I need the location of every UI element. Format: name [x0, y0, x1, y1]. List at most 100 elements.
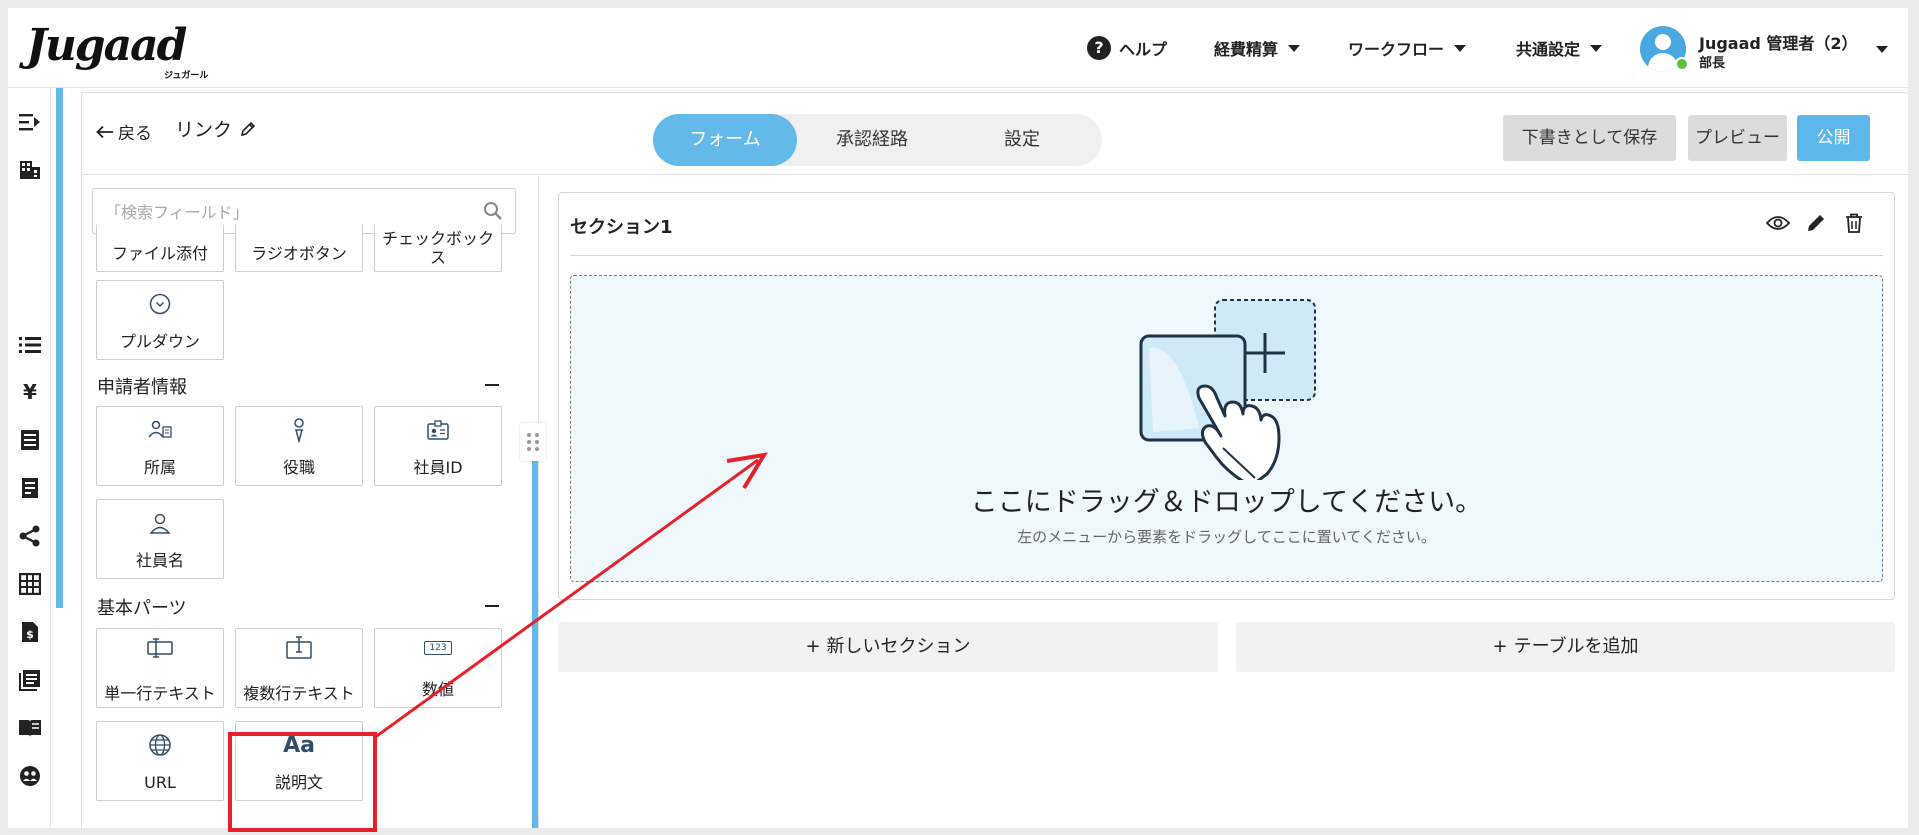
- number-icon: 123: [375, 635, 501, 661]
- palette-item-label: 社員名: [135, 551, 184, 570]
- palette-item-label: 役職: [282, 458, 315, 477]
- palette-item-dropdown[interactable]: プルダウン: [96, 280, 224, 360]
- drop-zone[interactable]: ここにドラッグ＆ドロップしてください。 左のメニューから要素をドラッグしてここに…: [570, 275, 1883, 582]
- panel-resize-handle[interactable]: [520, 423, 546, 461]
- help-icon: ?: [1087, 36, 1111, 60]
- palette-item-label: 単一行テキスト: [104, 684, 216, 703]
- collapse-menu-icon[interactable]: [18, 110, 42, 134]
- collapse-group-icon[interactable]: [485, 605, 499, 607]
- section-actions: [1766, 211, 1866, 235]
- palette-item-url[interactable]: URL: [96, 721, 224, 801]
- palette-item-single-line-text[interactable]: 単一行テキスト: [96, 628, 224, 708]
- back-label: 戻る: [118, 124, 152, 144]
- person-icon: [97, 510, 223, 536]
- back-button[interactable]: 戻る: [96, 119, 152, 144]
- pencil-icon[interactable]: [1804, 211, 1828, 235]
- user-role: 部長: [1699, 56, 1726, 71]
- plus-icon: +: [805, 636, 821, 657]
- position-icon: [236, 417, 362, 443]
- top-header: Jugaad ジュガール ? ヘルプ 経費精算 ワークフロー 共通設定 Juga…: [8, 8, 1908, 88]
- users-group-icon[interactable]: [18, 764, 42, 788]
- editor-toolbar: 戻る リンク フォーム 承認経路 設定 下書きとして保存 プレビュー 公開: [82, 93, 1908, 175]
- palette-scrollbar[interactable]: [532, 459, 538, 828]
- edit-name-pencil-icon[interactable]: [240, 121, 256, 137]
- help-link[interactable]: ? ヘルプ: [1087, 8, 1167, 88]
- add-table-button[interactable]: + テーブルを追加: [1236, 622, 1895, 672]
- palette-item-number[interactable]: 123 数値: [374, 628, 502, 708]
- palette-item-file-attachment[interactable]: ファイル添付: [96, 224, 224, 272]
- sidebar-divider: [50, 88, 51, 828]
- caret-down-icon: [1454, 44, 1467, 52]
- palette-item-position[interactable]: 役職: [235, 406, 363, 486]
- plus-icon: +: [1492, 636, 1508, 657]
- share-icon[interactable]: [18, 524, 42, 548]
- trash-icon[interactable]: [1842, 211, 1866, 235]
- palette-item-multi-line-text[interactable]: 複数行テキスト: [235, 628, 363, 708]
- table-grid-icon[interactable]: [18, 572, 42, 596]
- manual-book-icon[interactable]: [18, 716, 42, 740]
- user-name[interactable]: Jugaad 管理者（2）: [1699, 30, 1858, 54]
- publish-button[interactable]: 公開: [1797, 115, 1870, 161]
- drop-zone-subtitle: 左のメニューから要素をドラッグしてここに置いてください。: [1017, 528, 1436, 546]
- tab-approval-route[interactable]: 承認経路: [797, 114, 947, 166]
- collapse-group-icon[interactable]: [485, 384, 499, 386]
- add-section-button[interactable]: + 新しいセクション: [558, 622, 1218, 672]
- palette-item-label: 説明文: [274, 773, 323, 792]
- nav-label: 経費精算: [1214, 40, 1279, 59]
- user-menu-caret-icon[interactable]: [1876, 46, 1888, 53]
- palette-item-label: 所属: [143, 458, 176, 477]
- tab-form[interactable]: フォーム: [653, 114, 797, 166]
- palette-item-department[interactable]: 所属: [96, 406, 224, 486]
- department-icon: [97, 417, 223, 443]
- nav-workflow-menu[interactable]: ワークフロー: [1348, 8, 1467, 88]
- document-icon[interactable]: [18, 476, 42, 500]
- tab-settings[interactable]: 設定: [947, 114, 1097, 166]
- section-title: セクション1: [570, 217, 673, 238]
- nav-expense-menu[interactable]: 経費精算: [1214, 8, 1301, 88]
- svg-text:$: $: [26, 628, 34, 641]
- preview-button[interactable]: プレビュー: [1688, 115, 1787, 161]
- group-title-basic-parts: 基本パーツ: [97, 598, 187, 619]
- palette-item-label: 数値: [421, 680, 454, 699]
- icon-sidebar: ¥ $: [8, 88, 50, 828]
- dropdown-circle-icon: [97, 291, 223, 317]
- logo-text: Jugaad: [26, 20, 187, 71]
- palette-item-label: URL: [144, 773, 176, 792]
- logo-subtext: ジュガール: [164, 71, 209, 81]
- report-list-icon[interactable]: [18, 668, 42, 692]
- multi-line-text-icon: [236, 635, 362, 661]
- save-draft-button[interactable]: 下書きとして保存: [1503, 115, 1676, 161]
- invoice-dollar-icon[interactable]: $: [18, 620, 42, 644]
- palette-item-label: チェックボックス: [381, 229, 494, 267]
- palette-item-radio-button[interactable]: ラジオボタン: [235, 224, 363, 272]
- add-section-label: 新しいセクション: [826, 636, 971, 657]
- editor-tabs: フォーム 承認経路 設定: [653, 114, 1102, 166]
- field-search-input[interactable]: [105, 200, 465, 224]
- palette-item-description-text[interactable]: Aa 説明文: [235, 721, 363, 801]
- list-icon[interactable]: [18, 333, 42, 357]
- app-window: Jugaad ジュガール ? ヘルプ 経費精算 ワークフロー 共通設定 Juga…: [8, 8, 1908, 828]
- search-icon[interactable]: [483, 201, 503, 221]
- palette-item-checkbox[interactable]: チェックボックス: [374, 224, 502, 272]
- single-line-text-icon: [97, 635, 223, 661]
- globe-icon: [97, 732, 223, 758]
- add-table-label: テーブルを追加: [1513, 636, 1639, 657]
- nav-label: ワークフロー: [1348, 40, 1445, 59]
- palette-item-label: 社員ID: [413, 458, 463, 477]
- form-editor-panel: 戻る リンク フォーム 承認経路 設定 下書きとして保存 プレビュー 公開 「検…: [81, 92, 1908, 828]
- caret-down-icon: [1590, 44, 1603, 52]
- palette-item-employee-name[interactable]: 社員名: [96, 499, 224, 579]
- nav-label: 共通設定: [1516, 40, 1581, 59]
- company-icon[interactable]: [18, 158, 42, 182]
- nav-common-settings-menu[interactable]: 共通設定: [1516, 8, 1603, 88]
- logo[interactable]: Jugaad ジュガール: [26, 20, 216, 81]
- palette-item-label: プルダウン: [119, 332, 200, 351]
- eye-icon[interactable]: [1766, 211, 1790, 235]
- text-aa-icon: Aa: [283, 732, 315, 758]
- receipt-icon[interactable]: [18, 428, 42, 452]
- id-card-icon: [375, 417, 501, 443]
- yen-icon[interactable]: ¥: [18, 380, 42, 404]
- palette-item-label: 複数行テキスト: [243, 684, 355, 703]
- palette-item-employee-id[interactable]: 社員ID: [374, 406, 502, 486]
- form-name[interactable]: リンク: [175, 115, 256, 142]
